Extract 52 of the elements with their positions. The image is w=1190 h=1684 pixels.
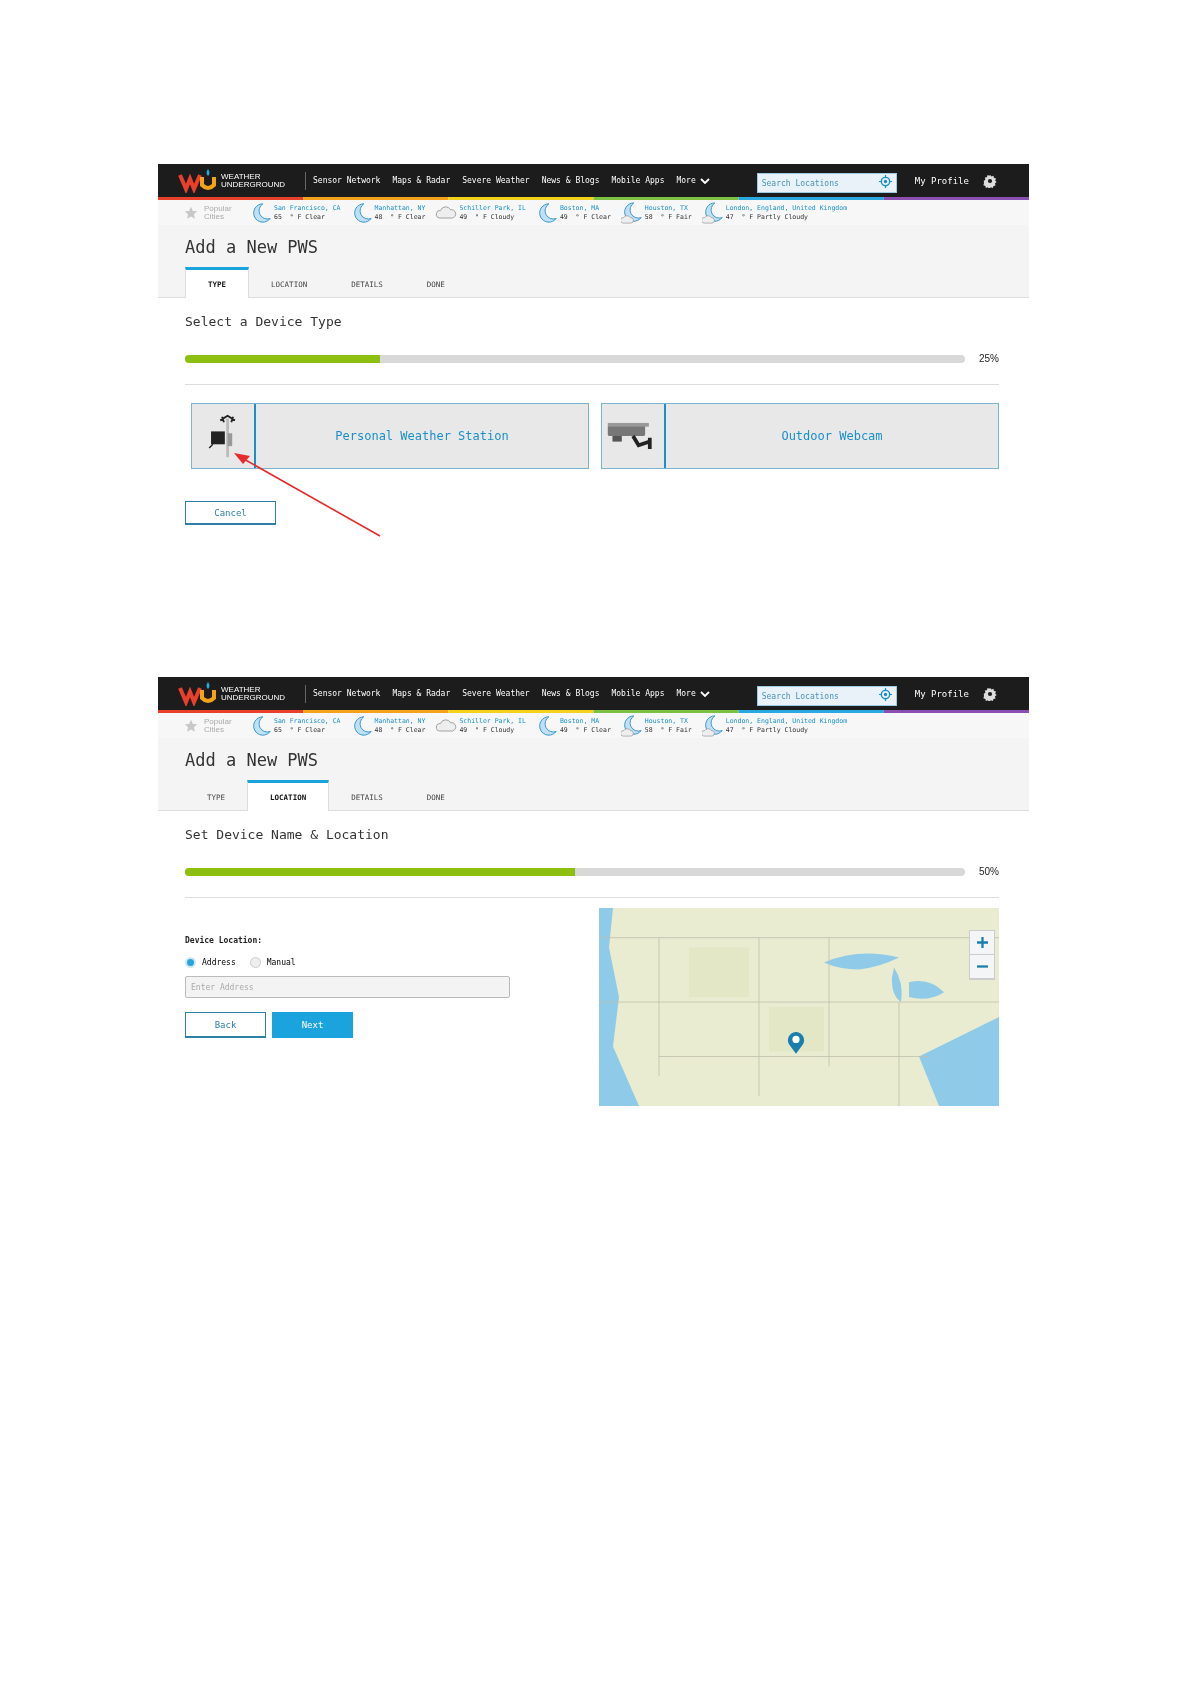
nav-link[interactable]: News & Blogs: [541, 689, 600, 698]
search-field[interactable]: Search Locations: [756, 173, 897, 193]
star-icon[interactable]: [184, 718, 198, 733]
radio-label[interactable]: Manual: [266, 958, 296, 967]
nav-link[interactable]: Mobile Apps: [611, 176, 665, 185]
settings-icon[interactable]: [982, 686, 997, 701]
radio-label[interactable]: Address: [202, 958, 236, 967]
locate-icon[interactable]: [878, 174, 892, 188]
logo-text[interactable]: WEATHER UNDERGROUND: [221, 685, 295, 702]
nav-link[interactable]: More: [676, 176, 710, 185]
cloud-icon: [435, 205, 458, 220]
moon-icon: [250, 714, 272, 737]
radio-button[interactable]: [249, 957, 261, 968]
address-field[interactable]: Enter Address: [185, 976, 510, 998]
logo-icon: [178, 681, 218, 706]
nav-link[interactable]: Mobile Apps: [611, 689, 665, 698]
progress-reading: 25%: [979, 353, 999, 364]
star-icon[interactable]: [184, 205, 198, 220]
moon-icon: [250, 201, 272, 224]
nav-link[interactable]: Severe Weather: [462, 689, 530, 698]
nav-link[interactable]: Sensor Network: [313, 176, 381, 185]
logo-icon: [178, 168, 218, 193]
progress-reading: 50%: [979, 866, 999, 877]
radio-button[interactable]: [185, 957, 196, 968]
zoom-out-button[interactable]: [970, 955, 994, 979]
cities-label: Popular Cities: [204, 204, 233, 221]
settings-icon[interactable]: [982, 173, 997, 188]
search-field[interactable]: Search Locations: [756, 686, 897, 706]
cities-label: Popular Cities: [204, 717, 233, 734]
cancel-button[interactable]: Cancel: [185, 501, 276, 525]
nav-link[interactable]: News & Blogs: [541, 176, 600, 185]
nav-link[interactable]: Sensor Network: [313, 689, 381, 698]
map-pin-icon: [787, 1031, 805, 1055]
zoom-in-button[interactable]: [970, 931, 994, 955]
step-title: Set Device Name & Location: [185, 827, 390, 842]
page-title: Add a New PWS: [185, 750, 320, 770]
step-title: Select a Device Type: [185, 314, 343, 329]
plus-icon: [976, 937, 988, 948]
chevron-icon: [699, 177, 710, 184]
cloud-icon: [435, 718, 458, 733]
nav-link[interactable]: Maps & Radar: [392, 689, 451, 698]
locate-icon[interactable]: [878, 687, 892, 701]
back-button[interactable]: Back: [185, 1012, 266, 1038]
field-label: Device Location:: [185, 936, 264, 945]
profile-link[interactable]: My Profile: [914, 688, 969, 699]
chevron-icon: [699, 690, 710, 697]
profile-link[interactable]: My Profile: [914, 175, 969, 186]
nav-link[interactable]: More: [676, 689, 710, 698]
nav-link[interactable]: Severe Weather: [462, 176, 530, 185]
logo-text[interactable]: WEATHER UNDERGROUND: [221, 172, 295, 189]
nav-link[interactable]: Maps & Radar: [392, 176, 451, 185]
page-title: Add a New PWS: [185, 237, 320, 257]
